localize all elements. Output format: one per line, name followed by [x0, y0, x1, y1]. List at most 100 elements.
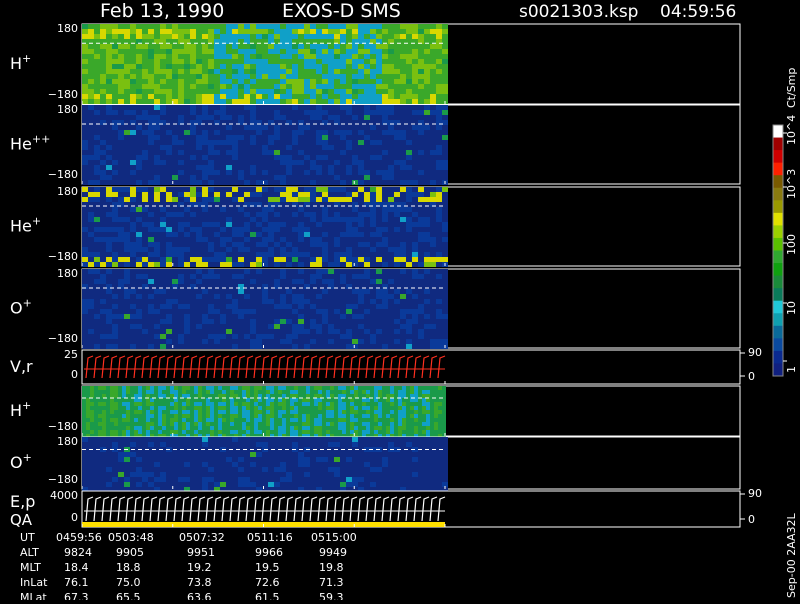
spectrogram-cell	[160, 74, 166, 79]
spectrogram-cell	[394, 252, 400, 257]
spectrogram-cell	[364, 34, 370, 39]
spectrogram-cell	[304, 237, 310, 242]
spectrogram-cell	[208, 192, 214, 197]
spectrogram-cell	[222, 386, 226, 390]
spectrogram-cell	[148, 99, 154, 104]
spectrogram-cell	[266, 406, 270, 410]
spectrogram-cell	[214, 398, 218, 402]
spectrogram-cell	[238, 34, 244, 39]
spectrogram-cell	[424, 94, 430, 99]
spectrogram-cell	[310, 344, 316, 349]
spectrogram-cell	[292, 44, 298, 49]
spectrogram-cell	[172, 170, 178, 175]
spectrogram-cell	[210, 414, 214, 418]
spectrogram-cell	[118, 422, 122, 426]
spectrogram-cell	[442, 192, 448, 197]
spectrogram-cell	[430, 84, 436, 89]
spectrogram-cell	[88, 192, 94, 197]
spectrogram-cell	[242, 414, 246, 418]
spectrogram-cell	[226, 232, 232, 237]
spectrogram-cell	[154, 247, 160, 252]
spectrogram-cell	[388, 165, 394, 170]
spectrogram-cell	[186, 390, 190, 394]
spectrogram-cell	[82, 170, 88, 175]
spectrogram-cell	[340, 145, 346, 150]
spectrogram-cell	[154, 130, 160, 135]
spectrogram-cell	[238, 414, 242, 418]
spectrogram-cell	[304, 299, 310, 304]
spectrogram-cell	[406, 262, 412, 267]
spectrogram-cell	[298, 99, 304, 104]
spectrogram-cell	[232, 324, 238, 329]
spectrogram-cell	[226, 49, 232, 54]
spectrogram-cell	[226, 294, 232, 299]
spectrogram-cell	[178, 309, 184, 314]
spectrogram-cell	[298, 94, 304, 99]
spectrogram-cell	[352, 269, 358, 274]
spectrogram-cell	[106, 394, 110, 398]
spectrogram-cell	[178, 299, 184, 304]
spectrogram-cell	[256, 150, 262, 155]
spectrogram-cell	[256, 252, 262, 257]
spectrogram-cell	[290, 390, 294, 394]
spectrogram-cell	[322, 344, 328, 349]
spectrogram-cell	[148, 44, 154, 49]
spectrogram-cell	[394, 74, 400, 79]
panel-label: O+	[10, 297, 32, 318]
spectrogram-cell	[340, 294, 346, 299]
spectrogram-cell	[366, 410, 370, 414]
spectrogram-cell	[226, 414, 230, 418]
spectrogram-cell	[340, 44, 346, 49]
spectrogram-cell	[262, 197, 268, 202]
spectrogram-cell	[138, 390, 142, 394]
spectrogram-cell	[106, 84, 112, 89]
spectrogram-cell	[214, 294, 220, 299]
spectrogram-cell	[334, 339, 340, 344]
spectrogram-cell	[370, 145, 376, 150]
spectrogram-cell	[100, 155, 106, 160]
spectrogram-cell	[238, 187, 244, 192]
spectrogram-cell	[232, 29, 238, 34]
spectrogram-cell	[130, 130, 136, 135]
spectrogram-cell	[194, 422, 198, 426]
spectrogram-cell	[106, 135, 112, 140]
spectrogram-cell	[292, 274, 298, 279]
spectrogram-cell	[346, 165, 352, 170]
spectrogram-cell	[358, 212, 364, 217]
spectrogram-cell	[298, 329, 304, 334]
spectrogram-cell	[166, 279, 172, 284]
spectrogram-cell	[304, 160, 310, 165]
spectrogram-cell	[182, 406, 186, 410]
spectrogram-cell	[418, 110, 424, 115]
spectrogram-cell	[238, 386, 242, 390]
spectrogram-cell	[442, 324, 448, 329]
spectrogram-cell	[322, 197, 328, 202]
spectrogram-cell	[394, 309, 400, 314]
spectrogram-cell	[326, 426, 330, 430]
spectrogram-cell	[100, 207, 106, 212]
spectrogram-cell	[354, 390, 358, 394]
spectrogram-cell	[206, 390, 210, 394]
spectrogram-cell	[292, 339, 298, 344]
spectrogram-cell	[184, 115, 190, 120]
spectrogram-cell	[208, 69, 214, 74]
spectrogram-cell	[304, 222, 310, 227]
spectrogram-cell	[346, 105, 352, 110]
spectrogram-cell	[322, 222, 328, 227]
spectrogram-cell	[190, 130, 196, 135]
spectrogram-cell	[208, 115, 214, 120]
spectrogram-cell	[190, 304, 196, 309]
spectrogram-cell	[142, 64, 148, 69]
spectrogram-cell	[262, 175, 268, 180]
spectrogram-cell	[166, 237, 172, 242]
spectrogram-cell	[334, 242, 340, 247]
spectrogram-cell	[196, 24, 202, 29]
spectrogram-cell	[436, 34, 442, 39]
spectrogram-cell	[280, 262, 286, 267]
spectrogram-cell	[292, 135, 298, 140]
spectrogram-cell	[400, 155, 406, 160]
spectrogram-cell	[418, 180, 424, 185]
spectrogram-cell	[94, 269, 100, 274]
spectrogram-cell	[82, 99, 88, 104]
spectrogram-cell	[286, 217, 292, 222]
